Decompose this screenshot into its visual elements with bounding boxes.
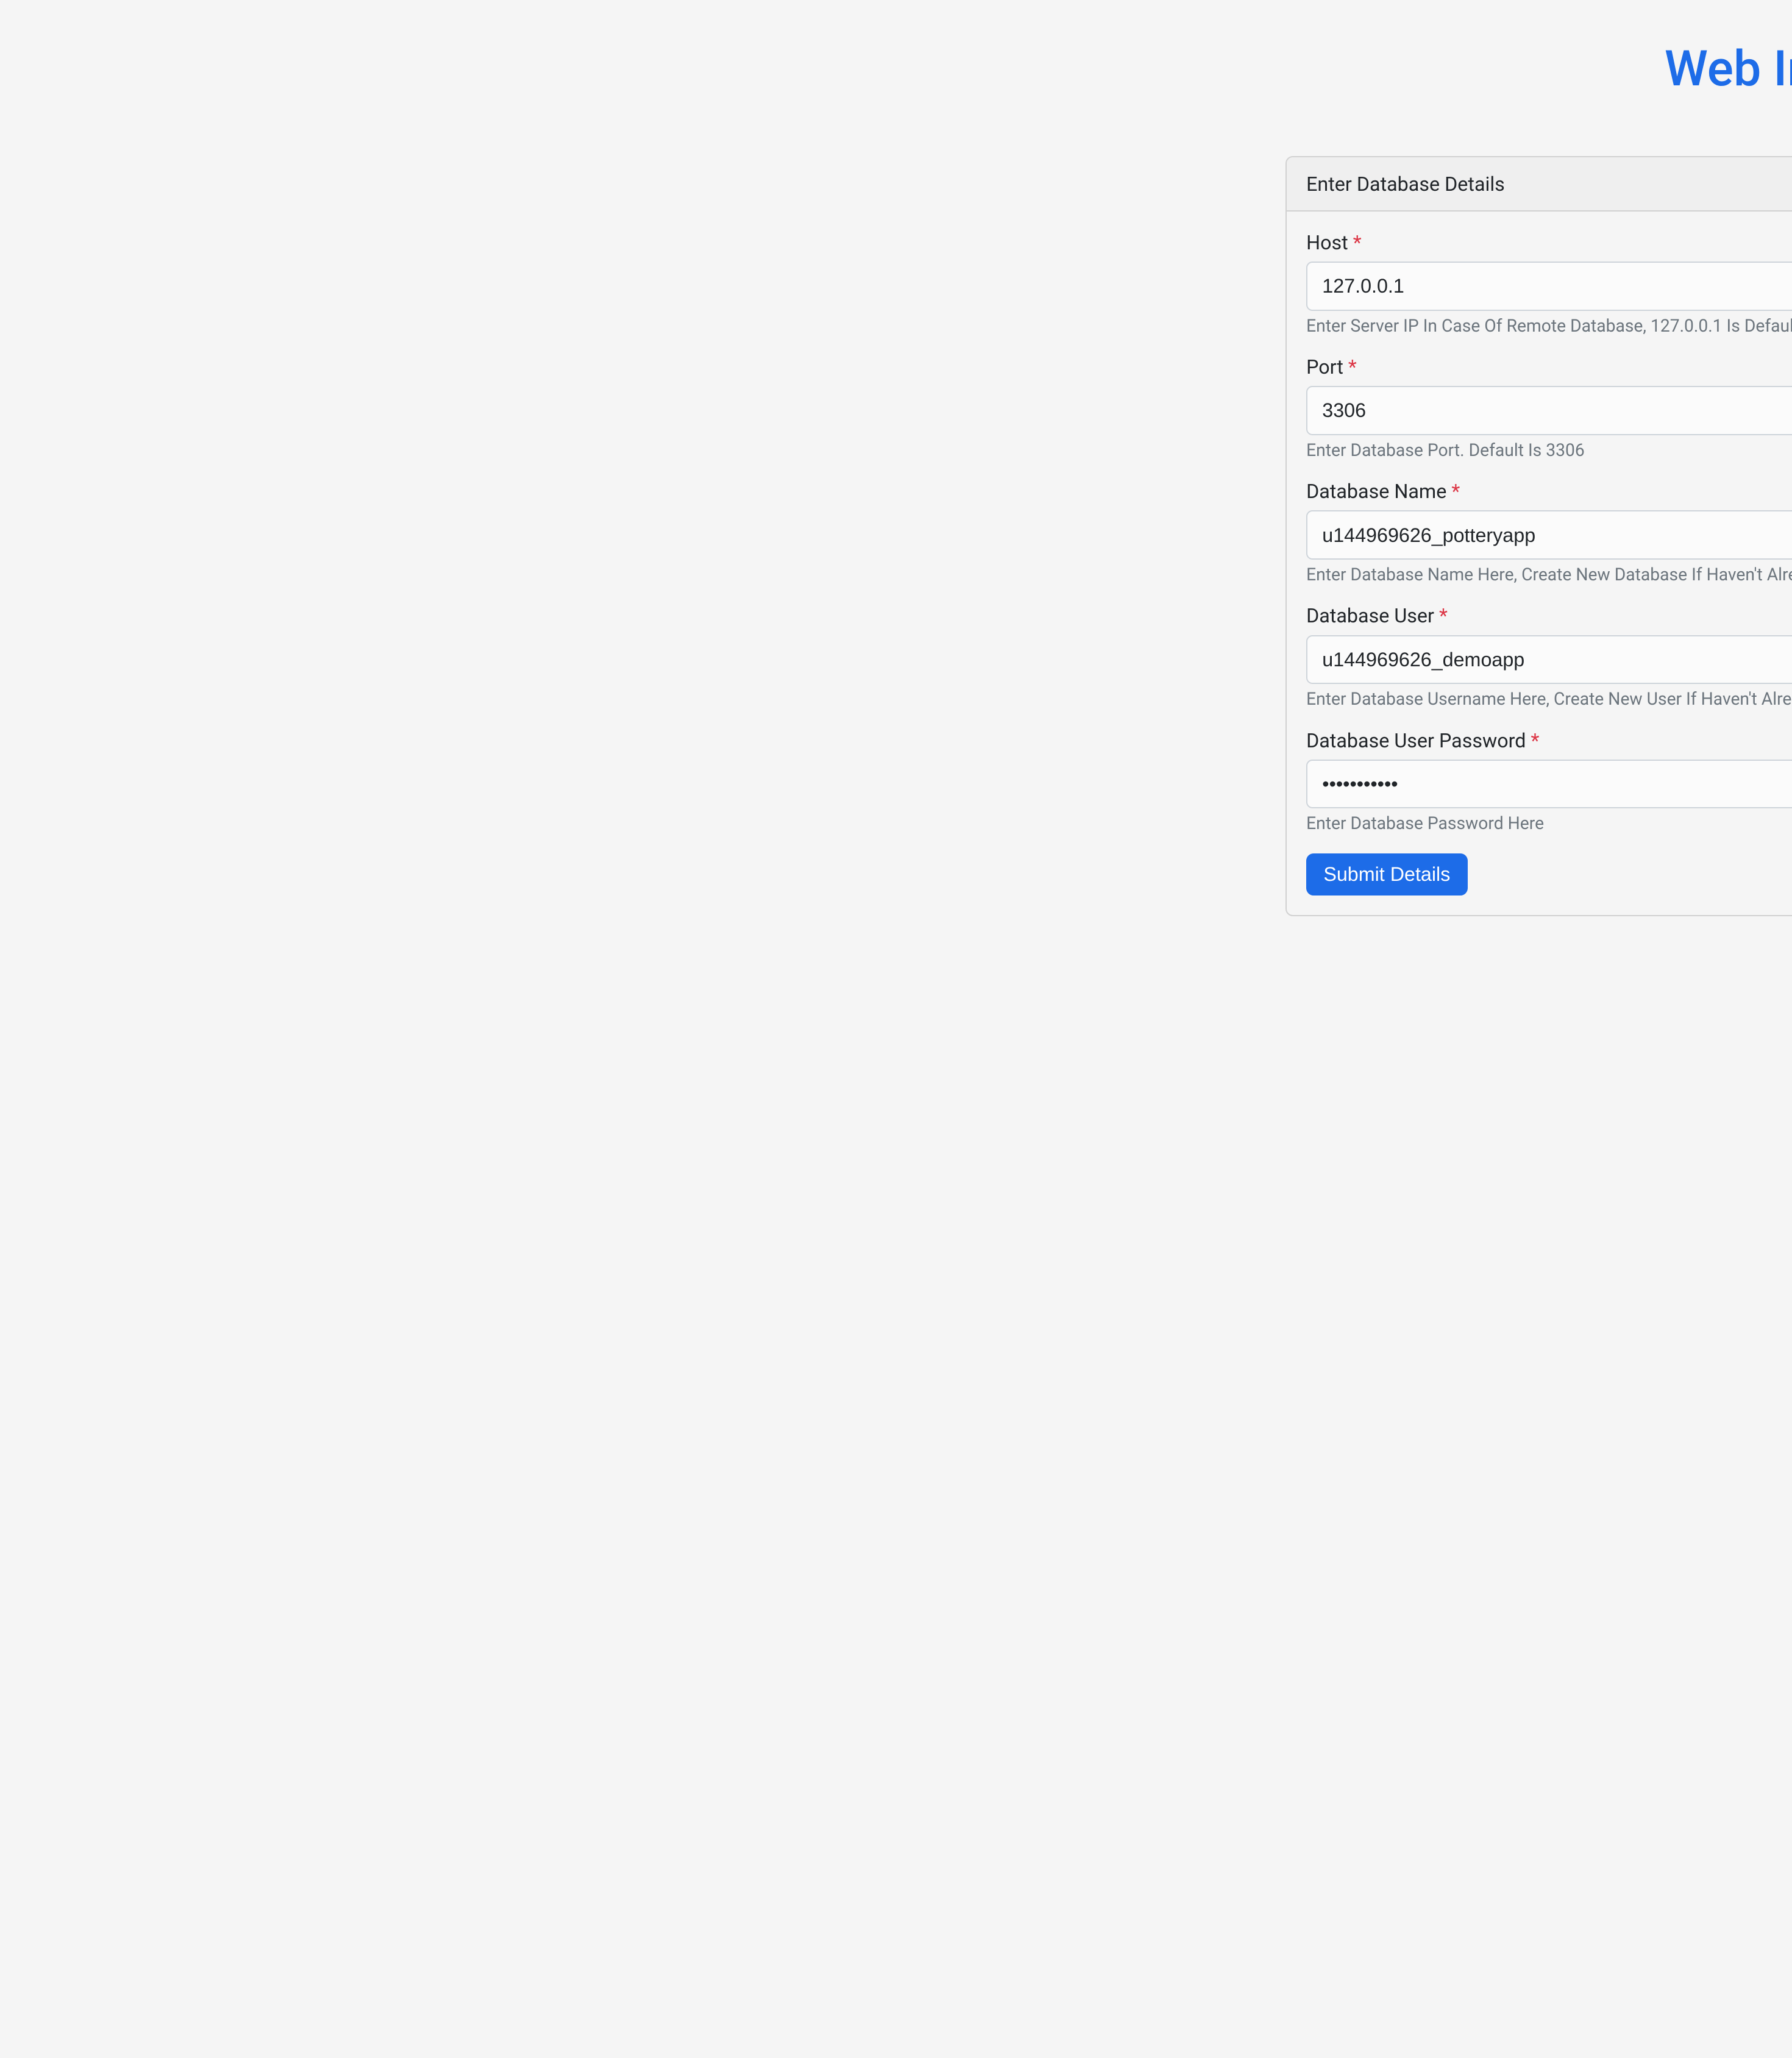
dbpassword-label-text: Database User Password [1306, 729, 1531, 752]
port-input[interactable] [1306, 386, 1792, 435]
dbuser-label-text: Database User [1306, 604, 1439, 627]
dbname-label-text: Database Name [1306, 480, 1451, 503]
port-form-group: Port * Enter Database Port. Default Is 3… [1306, 355, 1792, 460]
required-marker: * [1439, 604, 1448, 627]
page-title: Web Installer [1285, 40, 1792, 98]
host-help-text: Enter Server IP In Case Of Remote Databa… [1306, 316, 1792, 336]
dbpassword-label: Database User Password * [1306, 729, 1792, 752]
host-label: Host * [1306, 231, 1792, 254]
port-label: Port * [1306, 355, 1792, 379]
submit-button[interactable]: Submit Details [1306, 853, 1468, 895]
dbuser-input[interactable] [1306, 635, 1792, 685]
host-input[interactable] [1306, 262, 1792, 311]
database-details-card: Enter Database Details Host * Enter Serv… [1285, 156, 1792, 916]
host-label-text: Host [1306, 231, 1353, 254]
card-header: Enter Database Details [1287, 157, 1792, 211]
dbname-label: Database Name * [1306, 480, 1792, 503]
dbpassword-help-text: Enter Database Password Here [1306, 813, 1792, 833]
port-help-text: Enter Database Port. Default Is 3306 [1306, 440, 1792, 460]
dbuser-form-group: Database User * Enter Database Username … [1306, 604, 1792, 709]
card-body: Host * Enter Server IP In Case Of Remote… [1287, 212, 1792, 915]
required-marker: * [1531, 729, 1540, 752]
dbuser-label: Database User * [1306, 604, 1792, 627]
required-marker: * [1451, 480, 1460, 503]
dbname-help-text: Enter Database Name Here, Create New Dat… [1306, 564, 1792, 585]
dbpassword-input[interactable] [1306, 760, 1792, 809]
dbname-input[interactable] [1306, 510, 1792, 560]
required-marker: * [1348, 355, 1357, 379]
dbpassword-form-group: Database User Password * Enter Database … [1306, 729, 1792, 834]
dbuser-help-text: Enter Database Username Here, Create New… [1306, 689, 1792, 709]
port-label-text: Port [1306, 355, 1348, 379]
host-form-group: Host * Enter Server IP In Case Of Remote… [1306, 231, 1792, 336]
required-marker: * [1353, 231, 1362, 254]
dbname-form-group: Database Name * Enter Database Name Here… [1306, 480, 1792, 585]
